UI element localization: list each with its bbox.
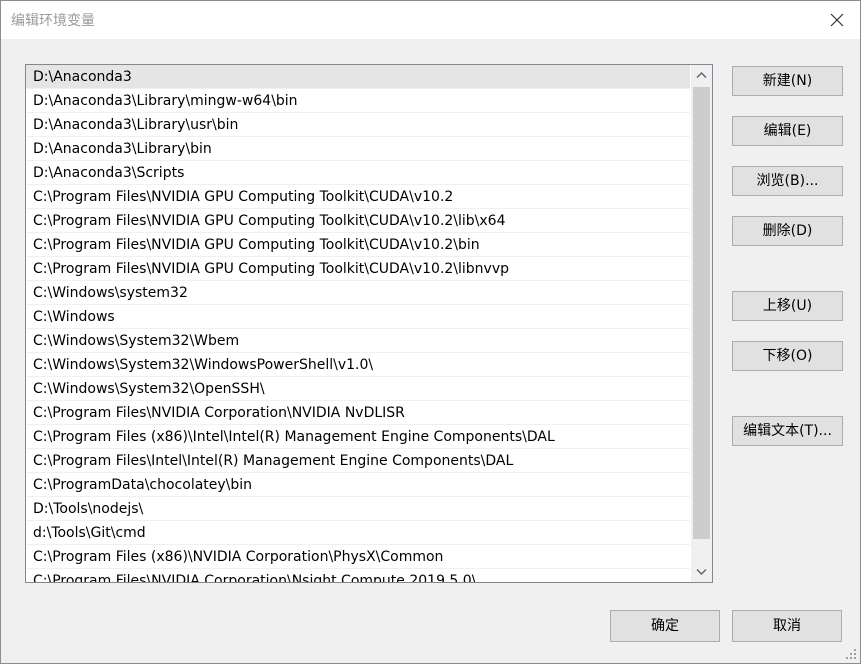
list-item[interactable]: D:\Anaconda3 bbox=[26, 65, 690, 89]
list-item[interactable]: C:\Windows bbox=[26, 305, 690, 329]
scroll-up-button[interactable] bbox=[691, 65, 712, 85]
edit-button[interactable]: 编辑(E) bbox=[732, 116, 843, 146]
browse-button[interactable]: 浏览(B)... bbox=[732, 166, 843, 196]
chevron-up-icon bbox=[696, 72, 707, 78]
list-item[interactable]: C:\Program Files\NVIDIA Corporation\NVID… bbox=[26, 401, 690, 425]
list-item[interactable]: C:\Windows\System32\OpenSSH\ bbox=[26, 377, 690, 401]
window-title: 编辑环境变量 bbox=[11, 13, 95, 29]
resize-grip-icon[interactable] bbox=[845, 648, 857, 660]
list-item[interactable]: C:\Windows\System32\Wbem bbox=[26, 329, 690, 353]
list-item[interactable]: C:\Program Files\NVIDIA Corporation\Nsig… bbox=[26, 569, 690, 582]
list-item[interactable]: C:\Program Files (x86)\Intel\Intel(R) Ma… bbox=[26, 425, 690, 449]
edit-env-var-dialog: 编辑环境变量 D:\Anaconda3 D:\Anaconda3\Library\… bbox=[0, 0, 861, 664]
scroll-down-button[interactable] bbox=[691, 562, 712, 582]
list-item[interactable]: C:\Program Files\Intel\Intel(R) Manageme… bbox=[26, 449, 690, 473]
list-item[interactable]: d:\Tools\Git\cmd bbox=[26, 521, 690, 545]
list-item[interactable]: D:\Tools\nodejs\ bbox=[26, 497, 690, 521]
list-item[interactable]: D:\Anaconda3\Library\bin bbox=[26, 137, 690, 161]
close-icon bbox=[830, 13, 844, 27]
path-list[interactable]: D:\Anaconda3 D:\Anaconda3\Library\mingw-w… bbox=[25, 64, 713, 583]
list-item[interactable]: C:\Windows\System32\WindowsPowerShell\v1… bbox=[26, 353, 690, 377]
vertical-scrollbar[interactable] bbox=[691, 65, 712, 582]
move-up-button[interactable]: 上移(U) bbox=[732, 291, 843, 321]
delete-button[interactable]: 删除(D) bbox=[732, 216, 843, 246]
list-item[interactable]: C:\Program Files\NVIDIA GPU Computing To… bbox=[26, 209, 690, 233]
move-down-button[interactable]: 下移(O) bbox=[732, 341, 843, 371]
title-bar: 编辑环境变量 bbox=[1, 1, 860, 39]
new-button[interactable]: 新建(N) bbox=[732, 66, 843, 96]
list-item[interactable]: C:\Program Files (x86)\NVIDIA Corporatio… bbox=[26, 545, 690, 569]
scroll-thumb[interactable] bbox=[693, 87, 710, 539]
list-item[interactable]: C:\Windows\system32 bbox=[26, 281, 690, 305]
list-item[interactable]: C:\Program Files\NVIDIA GPU Computing To… bbox=[26, 233, 690, 257]
list-item[interactable]: C:\Program Files\NVIDIA GPU Computing To… bbox=[26, 257, 690, 281]
list-item[interactable]: C:\ProgramData\chocolatey\bin bbox=[26, 473, 690, 497]
ok-button[interactable]: 确定 bbox=[610, 610, 720, 642]
path-list-items: D:\Anaconda3 D:\Anaconda3\Library\mingw-w… bbox=[26, 65, 690, 582]
cancel-button[interactable]: 取消 bbox=[732, 610, 842, 642]
list-item[interactable]: C:\Program Files\NVIDIA GPU Computing To… bbox=[26, 185, 690, 209]
list-item[interactable]: D:\Anaconda3\Library\mingw-w64\bin bbox=[26, 89, 690, 113]
edit-text-button[interactable]: 编辑文本(T)... bbox=[732, 416, 843, 446]
list-item[interactable]: D:\Anaconda3\Scripts bbox=[26, 161, 690, 185]
chevron-down-icon bbox=[696, 569, 707, 575]
close-button[interactable] bbox=[814, 1, 860, 39]
list-item[interactable]: D:\Anaconda3\Library\usr\bin bbox=[26, 113, 690, 137]
